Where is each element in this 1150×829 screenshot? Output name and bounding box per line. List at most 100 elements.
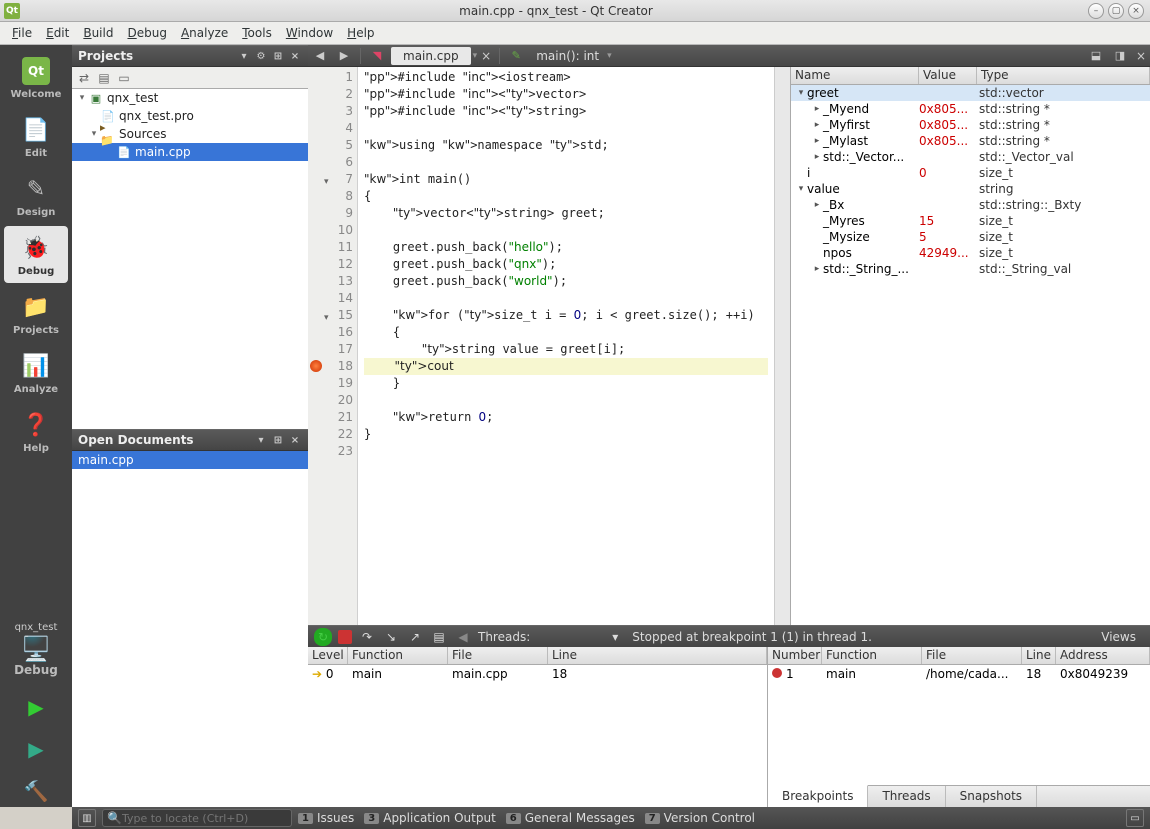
chevron-down-icon[interactable]: ▾ (607, 51, 612, 61)
chevron-down-icon[interactable]: ▾ (254, 433, 268, 447)
collapse-icon[interactable]: ▭ (116, 70, 132, 86)
locals-row[interactable]: i0size_t (791, 165, 1150, 181)
expand-icon[interactable]: ▸ (811, 120, 823, 130)
toggle-output-icon[interactable]: ▭ (1126, 809, 1144, 827)
editor-scrollbar[interactable] (774, 67, 790, 625)
open-document-item[interactable]: main.cpp (72, 451, 308, 469)
locals-col-value[interactable]: Value (919, 67, 977, 84)
mode-design[interactable]: ✎Design (4, 167, 68, 224)
bp-col-num[interactable]: Number (768, 647, 822, 664)
expand-icon[interactable]: ▸ (811, 104, 823, 114)
kit-selector[interactable]: qnx_test🖥️Debug (14, 618, 58, 681)
locator-search[interactable]: 🔍 (102, 809, 292, 827)
split-vertical-icon[interactable]: ◨ (1111, 47, 1129, 65)
stack-col-line[interactable]: Line (548, 647, 767, 664)
tab-breakpoints[interactable]: Breakpoints (768, 785, 868, 807)
tab-threads[interactable]: Threads (868, 786, 945, 807)
split-icon[interactable]: ⊞ (271, 433, 285, 447)
stack-col-level[interactable]: Level (308, 647, 348, 664)
stack-col-file[interactable]: File (448, 647, 548, 664)
step-over-icon[interactable]: ↷ (358, 628, 376, 646)
breakpoint-row[interactable]: 1main/home/cada...180x8049239 (768, 665, 1150, 683)
editor-code[interactable]: "pp">#include "inc"><iostream> "pp">#inc… (358, 67, 774, 625)
locals-row[interactable]: ▸_Bxstd::string::_Bxty (791, 197, 1150, 213)
bookmark-icon[interactable]: ◥ (368, 47, 386, 65)
menu-debug[interactable]: Debug (121, 24, 172, 42)
split-horizontal-icon[interactable]: ⬓ (1087, 47, 1105, 65)
build-button[interactable]: 🔨 (20, 779, 52, 803)
expand-icon[interactable]: ▾ (795, 184, 807, 194)
filter-icon[interactable]: ▤ (96, 70, 112, 86)
menu-tools[interactable]: Tools (236, 24, 278, 42)
mode-debug[interactable]: 🐞Debug (4, 226, 68, 283)
locals-row[interactable]: ▸_Myfirst0x805...std::string * (791, 117, 1150, 133)
locals-row[interactable]: npos42949...size_t (791, 245, 1150, 261)
step-into-icon[interactable]: ↘ (382, 628, 400, 646)
editor-gutter[interactable]: 123456▾7891011121314▾151617181920212223 (308, 67, 358, 625)
mode-edit[interactable]: 📄Edit (4, 108, 68, 165)
expand-icon[interactable]: ▾ (88, 129, 100, 139)
chevron-down-icon[interactable]: ▾ (237, 49, 251, 63)
close-split-icon[interactable]: × (1132, 49, 1150, 63)
breakpoint-icon[interactable] (310, 360, 322, 372)
menu-analyze[interactable]: Analyze (175, 24, 234, 42)
locals-row[interactable]: ▸_Myend0x805...std::string * (791, 101, 1150, 117)
locals-col-name[interactable]: Name (791, 67, 919, 84)
close-icon[interactable]: × (288, 49, 302, 63)
mode-analyze[interactable]: 📊Analyze (4, 344, 68, 401)
minimize-button[interactable]: – (1088, 3, 1104, 19)
continue-icon[interactable]: ↻ (314, 628, 332, 646)
bp-col-line[interactable]: Line (1022, 647, 1056, 664)
locals-row[interactable]: _Mysize5size_t (791, 229, 1150, 245)
mode-help[interactable]: ❓Help (4, 403, 68, 460)
stop-icon[interactable] (338, 630, 352, 644)
run-button[interactable]: ▶ (20, 695, 52, 719)
close-tab-icon[interactable]: × (477, 49, 495, 63)
split-icon[interactable]: ⊞ (271, 49, 285, 63)
document-tab[interactable]: main.cpp (391, 47, 471, 65)
lock-icon[interactable]: ✎ (507, 47, 525, 65)
expand-icon[interactable]: ▸ (811, 264, 823, 274)
locals-row[interactable]: ▾greetstd::vector (791, 85, 1150, 101)
menu-build[interactable]: Build (77, 24, 119, 42)
toggle-sidebar-icon[interactable]: ▥ (78, 809, 96, 827)
breakpoints-body[interactable]: 1main/home/cada...180x8049239 (768, 665, 1150, 785)
project-tree[interactable]: ▾▣qnx_test📄qnx_test.pro▾▸📁Sources📄main.c… (72, 89, 308, 429)
maximize-button[interactable]: ▢ (1108, 3, 1124, 19)
filter-icon[interactable]: ⚙ (254, 49, 268, 63)
locals-row[interactable]: ▾valuestring (791, 181, 1150, 197)
code-editor[interactable]: 123456▾7891011121314▾151617181920212223 … (308, 67, 790, 625)
stack-col-func[interactable]: Function (348, 647, 448, 664)
bp-col-addr[interactable]: Address (1056, 647, 1150, 664)
tab-snapshots[interactable]: Snapshots (946, 786, 1037, 807)
bp-col-func[interactable]: Function (822, 647, 922, 664)
locals-col-type[interactable]: Type (977, 67, 1150, 84)
expand-icon[interactable]: ▸ (811, 200, 823, 210)
expand-icon[interactable]: ▾ (795, 88, 807, 98)
views-label[interactable]: Views (1093, 630, 1144, 644)
tree-item[interactable]: ▾▣qnx_test (72, 89, 308, 107)
bp-col-file[interactable]: File (922, 647, 1022, 664)
step-out-icon[interactable]: ↗ (406, 628, 424, 646)
output-pane-version-control[interactable]: 7Version Control (645, 811, 755, 825)
close-icon[interactable]: × (288, 433, 302, 447)
debug-run-button[interactable]: ▶ (20, 737, 52, 761)
locals-rows[interactable]: ▾greetstd::vector▸_Myend0x805...std::str… (791, 85, 1150, 625)
output-pane-application-output[interactable]: 3Application Output (364, 811, 496, 825)
locals-row[interactable]: _Myres15size_t (791, 213, 1150, 229)
open-documents-list[interactable]: main.cpp (72, 451, 308, 807)
chevron-down-icon[interactable]: ▾ (612, 630, 618, 644)
menu-edit[interactable]: Edit (40, 24, 75, 42)
expand-icon[interactable]: ▾ (76, 93, 88, 103)
menu-window[interactable]: Window (280, 24, 339, 42)
instruction-icon[interactable]: ▤ (430, 628, 448, 646)
menu-file[interactable]: File (6, 24, 38, 42)
mode-welcome[interactable]: QtWelcome (4, 49, 68, 106)
output-pane-issues[interactable]: 1Issues (298, 811, 354, 825)
locals-row[interactable]: ▸_Mylast0x805...std::string * (791, 133, 1150, 149)
symbol-selector[interactable]: main(): int (528, 49, 607, 63)
locator-input[interactable] (122, 812, 287, 825)
expand-icon[interactable]: ▸ (811, 152, 823, 162)
forward-icon[interactable]: ▶ (335, 47, 353, 65)
mode-projects[interactable]: 📁Projects (4, 285, 68, 342)
